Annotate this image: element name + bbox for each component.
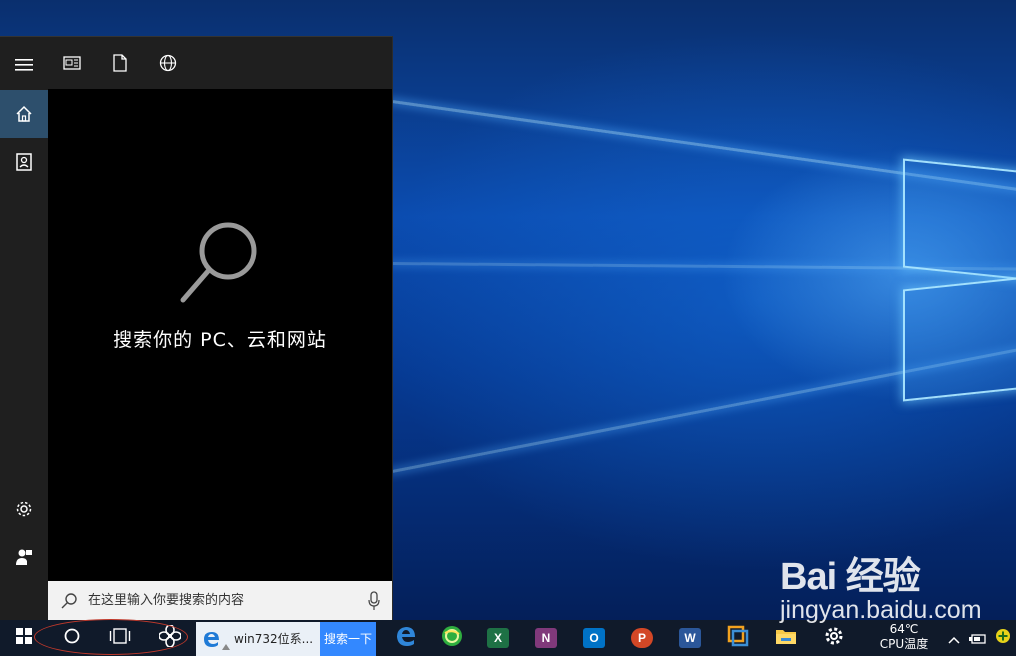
notebook-icon[interactable] <box>0 138 48 186</box>
search-illustration-icon <box>178 221 264 311</box>
folder-icon <box>775 627 797 649</box>
powerpoint-icon: P <box>631 628 653 648</box>
vmware-icon <box>727 625 749 651</box>
settings-gear-icon <box>824 626 844 650</box>
feedback-icon[interactable] <box>0 533 48 581</box>
edge-icon <box>395 625 417 651</box>
microphone-icon[interactable] <box>368 591 380 615</box>
baidu-watermark: Bai 经验 jingyan.baidu.com <box>780 545 1000 625</box>
360-browser-icon <box>441 625 463 651</box>
cpu-temperature-label: CPU温度 <box>879 637 929 651</box>
watermark-url: jingyan.baidu.com <box>780 596 982 624</box>
annotation-ellipse <box>34 619 188 655</box>
search-box[interactable]: 在这里输入你要搜索的内容 <box>48 581 392 621</box>
tray-security-button[interactable] <box>992 620 1014 656</box>
watermark-logo: Bai 经验 <box>780 556 921 598</box>
chevron-up-icon <box>948 629 960 648</box>
taskbar-browser-tab[interactable]: win732位系... <box>196 622 320 656</box>
outlook-icon: O <box>583 628 605 648</box>
window-logo-pane <box>903 158 1016 281</box>
gear-icon[interactable] <box>0 485 48 533</box>
document-icon[interactable] <box>100 43 140 83</box>
search-input[interactable]: 在这里输入你要搜索的内容 <box>88 581 244 621</box>
tray-overflow-button[interactable] <box>944 620 964 656</box>
excel-icon: X <box>487 628 509 648</box>
search-icon <box>60 592 78 614</box>
browser-tab-title: win732位系... <box>234 632 314 646</box>
windows-logo-icon <box>16 628 32 648</box>
taskbar-app-360-browser[interactable] <box>432 620 472 656</box>
taskbar-app-outlook[interactable]: O <box>574 620 614 656</box>
battery-icon <box>969 629 987 648</box>
triangle-up-icon <box>222 635 230 654</box>
taskbar-app-excel[interactable]: X <box>478 620 518 656</box>
taskbar-app-word[interactable]: W <box>670 620 710 656</box>
taskbar-app-vmware[interactable] <box>718 620 758 656</box>
tray-battery-button[interactable] <box>966 620 990 656</box>
home-icon[interactable] <box>0 90 48 138</box>
taskbar-app-file-explorer[interactable] <box>766 620 806 656</box>
onenote-icon: N <box>535 628 557 648</box>
hamburger-icon[interactable] <box>0 41 48 89</box>
news-icon[interactable] <box>52 43 92 83</box>
word-icon: W <box>679 628 701 648</box>
search-prompt: 搜索你的 PC、云和网站 <box>113 329 327 351</box>
taskbar-app-onenote[interactable]: N <box>526 620 566 656</box>
ie-icon <box>202 630 220 652</box>
search-panel: 搜索你的 PC、云和网站 在这里输入你要搜索的内容 <box>0 36 393 621</box>
window-logo-pane <box>903 276 1016 402</box>
taskbar-app-edge[interactable] <box>386 620 426 656</box>
taskbar-app-powerpoint[interactable]: P <box>622 620 662 656</box>
cpu-temperature[interactable]: 64℃ CPU温度 <box>870 622 938 652</box>
shield-plus-icon <box>995 628 1011 648</box>
globe-icon[interactable] <box>148 43 188 83</box>
taskbar-app-settings[interactable] <box>814 620 854 656</box>
taskbar-search-button[interactable]: 搜索一下 <box>320 622 376 656</box>
panel-toolbar <box>48 37 392 89</box>
panel-side-rail <box>0 37 48 621</box>
